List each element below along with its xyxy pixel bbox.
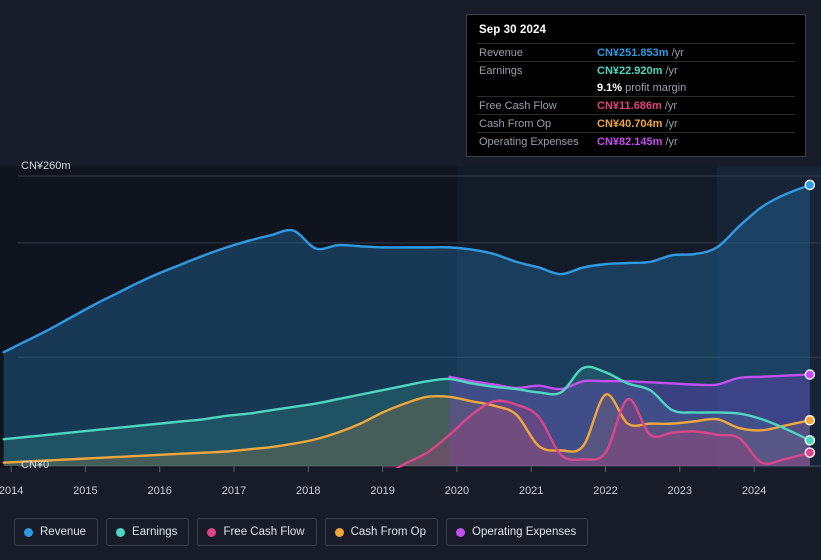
x-axis-tick-label: 2023	[667, 485, 693, 497]
tooltip-row-unit: /yr	[665, 117, 678, 130]
tooltip-row: Operating Expenses CN¥82.145m/yr	[477, 132, 795, 150]
legend-item-cash-from-op[interactable]: Cash From Op	[324, 518, 439, 546]
tooltip-row-unit: /yr	[665, 135, 678, 148]
tooltip-row: Earnings CN¥22.920m/yr	[477, 61, 795, 79]
tooltip-row-label: Revenue	[479, 46, 524, 59]
x-axis-tick-label: 2018	[296, 485, 321, 497]
tooltip-row: Free Cash Flow CN¥11.686m/yr	[477, 96, 795, 114]
x-axis-tick-label: 2016	[147, 485, 172, 497]
tooltip-profit-margin-row: 9.1% profit margin	[477, 79, 795, 96]
tooltip-row: Cash From Op CN¥40.704m/yr	[477, 114, 795, 132]
y-axis-max-label: CN¥260m	[21, 160, 71, 172]
x-axis-tick-label: 2014	[0, 485, 24, 497]
x-axis-tick-label: 2017	[221, 485, 247, 497]
tooltip-row-value: CN¥22.920m	[597, 64, 663, 77]
tooltip-row-unit: /yr	[664, 99, 678, 112]
tooltip-profit-margin-value: 9.1%	[597, 81, 623, 94]
financial-chart: CN¥260m CN¥0 2014 2015 2016 2017 2018 2019 202…	[0, 0, 821, 560]
legend-color-dot-icon	[116, 527, 126, 537]
x-axis-tick-label: 2021	[518, 485, 544, 497]
legend-item-earnings[interactable]: Earnings	[106, 518, 190, 546]
x-axis-tick-label: 2020	[444, 485, 470, 497]
tooltip-rows: Revenue CN¥251.853m/yr Earnings CN¥22.920m /…	[477, 43, 795, 150]
legend-item-label: Free Cash Flow	[223, 526, 305, 538]
tooltip-row-label: Operating Expenses	[479, 135, 579, 148]
tooltip-date: Sep 30 2024	[479, 24, 546, 36]
y-axis-zero-label: CN¥0	[21, 459, 50, 471]
tooltip-row-value: CN¥11.686m	[597, 99, 662, 112]
legend-item-label: Operating Expenses	[472, 526, 577, 538]
legend-color-dot-icon	[456, 527, 466, 537]
legend-item-label: Cash From Op	[350, 526, 427, 538]
x-axis-tick-label: 2019	[370, 485, 395, 497]
tooltip-profit-margin-note: profit margin	[625, 81, 687, 94]
tooltip-row-label: Cash From Op	[479, 117, 552, 130]
tooltip-row-value: CN¥40.704m	[597, 117, 663, 130]
legend-item-operating-expenses[interactable]: Operating Expenses	[446, 518, 589, 546]
series-endpoint-operating-expenses	[804, 369, 816, 380]
data-tooltip: Sep 30 2024 Revenue CN¥251.853m/yr Earning…	[466, 14, 806, 157]
series-endpoint-revenue	[804, 179, 816, 191]
tooltip-row-label: Earnings	[479, 64, 523, 77]
legend-color-dot-icon	[24, 527, 33, 537]
legend-color-dot-icon	[334, 527, 344, 537]
legend-item-label: Earnings	[132, 526, 178, 538]
series-endpoint-cash-from-op	[804, 415, 816, 426]
tooltip-row-unit: /yr	[665, 64, 678, 77]
legend-color-dot-icon	[207, 527, 217, 537]
legend-item-free-cash-flow[interactable]: Free Cash Flow	[197, 518, 317, 546]
tooltip-row-value: CN¥251.853m	[597, 46, 669, 59]
tooltip-row-value: CN¥82.145m	[597, 135, 663, 148]
x-axis-tick-label: 2024	[741, 485, 767, 497]
chart-legend: Revenue Earnings Free Cash Flow Cash From O…	[14, 518, 589, 546]
tooltip-row-unit: /yr	[671, 46, 684, 59]
legend-item-label: Revenue	[40, 526, 87, 538]
series-endpoint-earnings	[804, 435, 816, 446]
legend-item-revenue[interactable]: Revenue	[14, 518, 99, 546]
x-axis-tick-label: 2015	[73, 485, 98, 497]
tooltip-row: Revenue CN¥251.853m/yr	[477, 43, 795, 61]
x-axis-tick-label: 2022	[593, 485, 618, 497]
tooltip-row-label: Free Cash Flow	[479, 99, 557, 112]
series-endpoint-free-cash-flow	[804, 447, 816, 458]
